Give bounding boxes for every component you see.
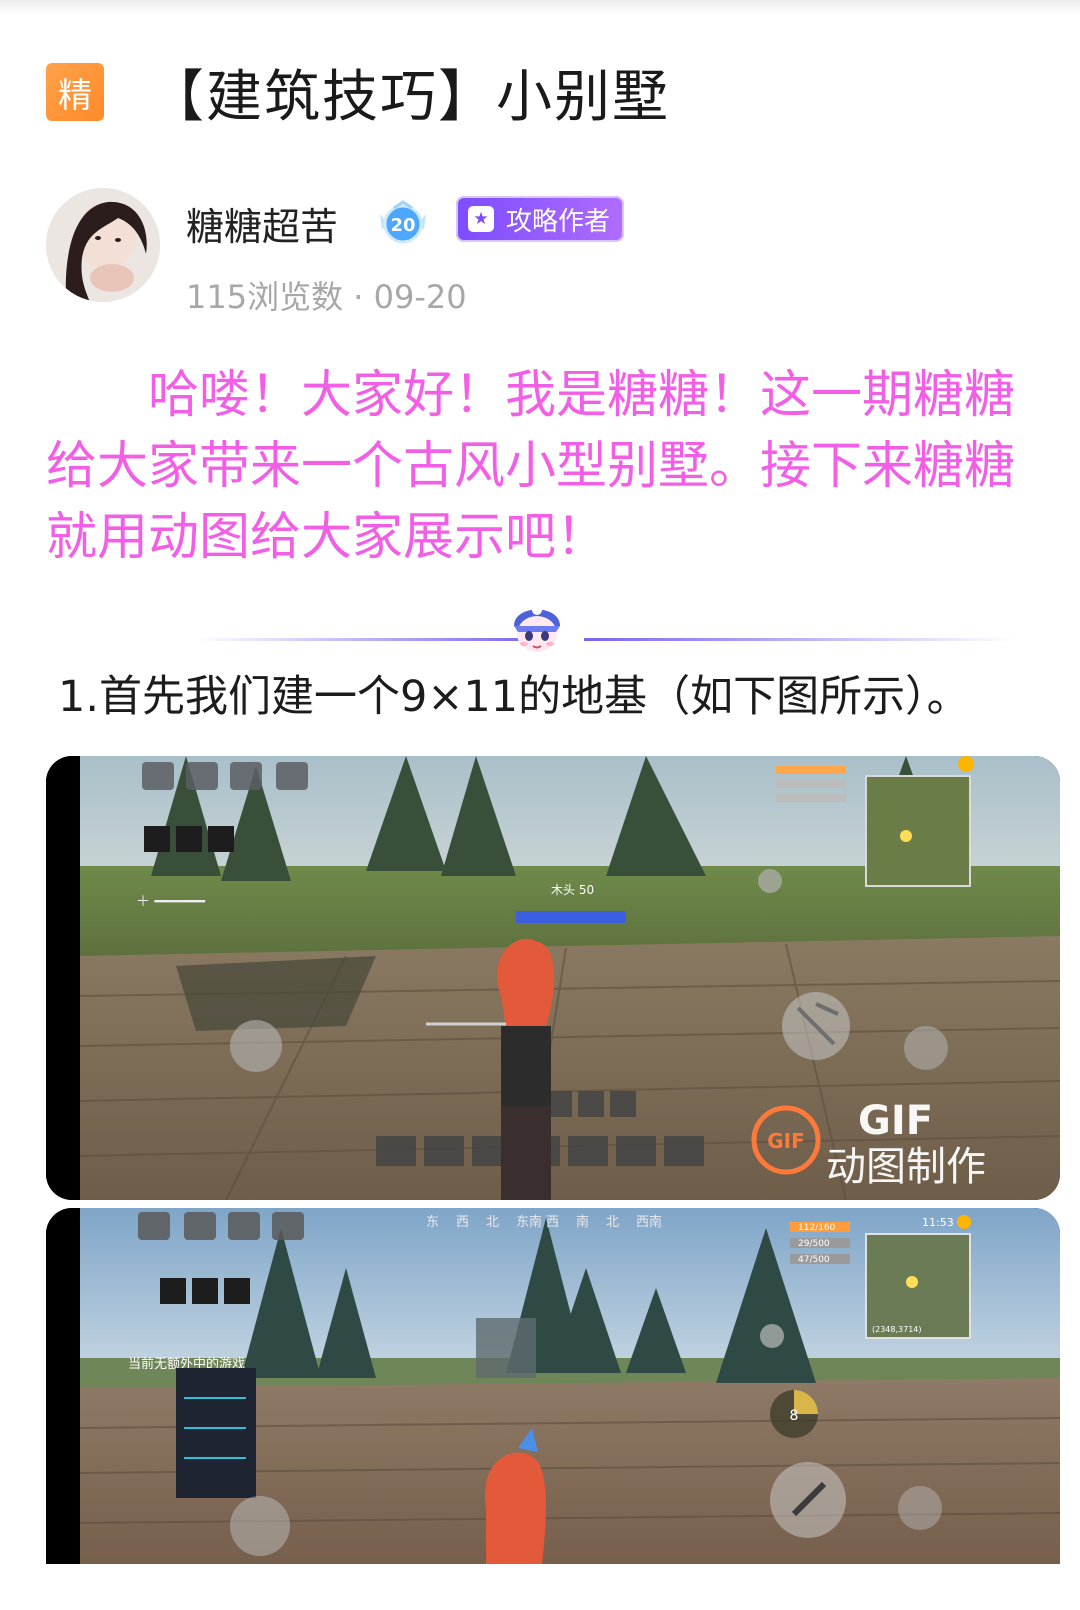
- game-clock: 11:53: [922, 1216, 954, 1229]
- svg-text:西: 西: [456, 1215, 469, 1230]
- divider-line-left: [196, 638, 538, 641]
- svg-text:东: 东: [426, 1215, 439, 1230]
- author-role-label: 攻略作者: [506, 206, 611, 237]
- stat-health: 112/160: [798, 1223, 836, 1233]
- gif-image-2[interactable]: 东 西 北 东南 西 南 北 西南 当前无额外中的游戏 112/160 29/5…: [46, 1208, 1060, 1564]
- gif-watermark-text: 动图制作: [826, 1144, 986, 1190]
- stat-food: 29/500: [798, 1239, 830, 1249]
- post-title: 【建筑技巧】小别墅: [148, 64, 670, 130]
- post-meta: 115浏览数 · 09-20: [186, 278, 467, 316]
- step-1-text: 1.首先我们建一个9×11的地基（如下图所示）。: [58, 672, 970, 722]
- svg-text:南: 南: [576, 1214, 589, 1230]
- hud-resource-text: 木头 50: [551, 883, 594, 897]
- map-coords: (2348,3714): [872, 1325, 922, 1334]
- svg-text:北: 北: [486, 1215, 499, 1230]
- intro-paragraph: 哈喽！大家好！我是糖糖！这一期糖糖给大家带来一个古风小型别墅。接下来糖糖就用动图…: [46, 366, 1016, 567]
- post-title-row: 精 【建筑技巧】小别墅: [46, 52, 670, 132]
- svg-text:东南: 东南: [516, 1214, 542, 1230]
- level-number: 20: [390, 215, 415, 236]
- mascot-icon: [506, 598, 568, 660]
- divider-line-right: [584, 638, 1016, 641]
- status-bar-shade: [0, 0, 1080, 14]
- section-divider: [46, 598, 1036, 662]
- star-icon: ★: [468, 206, 494, 232]
- svg-text:＋ ━━━━━━: ＋ ━━━━━━: [136, 894, 206, 910]
- author-avatar[interactable]: [46, 188, 160, 302]
- bullet-count: 8: [790, 1408, 799, 1424]
- author-role-tag: ★ 攻略作者: [456, 196, 624, 242]
- stat-water: 47/500: [798, 1255, 830, 1265]
- gif-image-1[interactable]: 木头 50 ＋ ━━━━━━ GIF GIF 动图制作: [46, 756, 1060, 1200]
- svg-text:西: 西: [546, 1215, 559, 1230]
- svg-text:西南: 西南: [636, 1214, 662, 1230]
- gif-watermark-big: GIF: [858, 1098, 933, 1144]
- gif-badge-text: GIF: [767, 1129, 805, 1153]
- featured-badge: 精: [46, 63, 104, 121]
- author-name[interactable]: 糖糖超苦: [186, 196, 338, 251]
- level-badge: 20: [376, 200, 430, 246]
- svg-text:北: 北: [606, 1215, 619, 1230]
